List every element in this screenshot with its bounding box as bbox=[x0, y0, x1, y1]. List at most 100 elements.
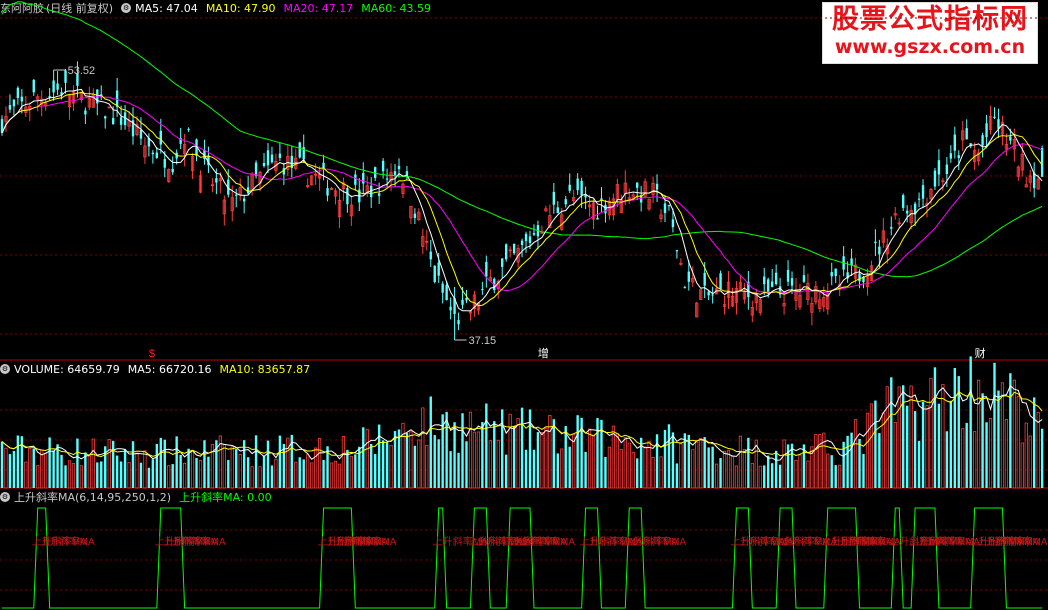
candle-body bbox=[354, 174, 357, 185]
volume-bar bbox=[417, 439, 421, 489]
volume-bar bbox=[48, 437, 51, 488]
volume-bar bbox=[794, 459, 798, 489]
candle-body bbox=[266, 150, 270, 166]
volume-bar bbox=[921, 401, 925, 488]
candle-body bbox=[949, 153, 953, 159]
volume-bar bbox=[468, 411, 473, 489]
volume-bar bbox=[619, 449, 623, 489]
volume-bar bbox=[846, 435, 849, 488]
volume-bar bbox=[317, 438, 322, 489]
candle-body bbox=[385, 178, 389, 180]
candle-body bbox=[711, 294, 714, 296]
volume-bar bbox=[115, 455, 119, 488]
volume-bar bbox=[481, 422, 484, 488]
candle-body bbox=[933, 170, 937, 187]
volume-bar bbox=[853, 419, 858, 489]
volume-bar bbox=[254, 435, 258, 488]
candle-body bbox=[568, 184, 571, 191]
low-price-label: 37.15 bbox=[469, 335, 497, 347]
volume-bar bbox=[818, 434, 822, 489]
volume-bar bbox=[485, 403, 488, 488]
candle-body bbox=[270, 154, 274, 163]
volume-bar bbox=[195, 457, 198, 488]
candle-body bbox=[834, 268, 837, 277]
volume-bar bbox=[207, 456, 210, 488]
volume-bar bbox=[925, 405, 929, 489]
volume-bar bbox=[393, 431, 397, 488]
volume-bar bbox=[981, 393, 984, 488]
candle-body bbox=[445, 285, 448, 301]
volume-bar bbox=[604, 456, 607, 488]
volume-bar bbox=[767, 455, 770, 488]
volume-bar bbox=[885, 386, 889, 489]
volume-bar bbox=[615, 433, 619, 489]
volume-bar bbox=[790, 443, 794, 488]
candle-body bbox=[151, 152, 155, 155]
candle-body bbox=[115, 90, 119, 107]
volume-bar bbox=[270, 465, 274, 488]
volume-bar bbox=[969, 356, 972, 488]
volume-bar bbox=[274, 458, 278, 489]
candle-body bbox=[687, 271, 691, 282]
volume-bar bbox=[179, 454, 182, 488]
volume-bar bbox=[1040, 428, 1044, 488]
volume-bar bbox=[143, 450, 147, 489]
candle-body bbox=[770, 281, 774, 287]
volume-bar bbox=[76, 438, 79, 488]
volume-bar bbox=[183, 462, 187, 489]
volume-bar bbox=[322, 459, 325, 488]
volume-bar bbox=[516, 418, 520, 489]
candle-body bbox=[215, 178, 218, 183]
volume-bar bbox=[362, 427, 365, 488]
volume-bar bbox=[568, 446, 571, 488]
candle-body bbox=[667, 204, 671, 207]
candle-body bbox=[584, 195, 587, 198]
candle-body bbox=[874, 241, 877, 244]
volume-bar bbox=[488, 440, 492, 489]
volume-bar bbox=[421, 407, 425, 489]
signal-text-mark: 上升斜率MA bbox=[631, 535, 686, 548]
candle-body bbox=[64, 70, 67, 83]
volume-bar bbox=[611, 425, 615, 489]
candle-body bbox=[433, 265, 436, 283]
volume-bar bbox=[953, 368, 956, 488]
candle-body bbox=[254, 162, 258, 176]
candle-body bbox=[520, 240, 524, 246]
candle-body bbox=[576, 178, 579, 191]
volume-bar bbox=[988, 417, 993, 489]
volume-bar bbox=[44, 452, 48, 489]
volume-bar bbox=[449, 451, 452, 488]
volume-bar bbox=[337, 463, 342, 489]
candle-body bbox=[326, 188, 329, 196]
volume-bar bbox=[552, 419, 556, 488]
candle-body bbox=[381, 160, 385, 172]
volume-bar bbox=[163, 439, 166, 488]
stock-chart: 53.52 37.15 $ 增 财上升斜率MA 上升斜率MA 上升斜率MA 上升斜率MA 上升斜… bbox=[0, 1, 1048, 609]
candle-body bbox=[84, 110, 87, 115]
volume-bar bbox=[373, 454, 377, 488]
candle-body bbox=[393, 171, 397, 175]
volume-bar bbox=[663, 429, 667, 488]
volume-bar bbox=[52, 450, 55, 488]
volume-bar bbox=[151, 459, 155, 488]
volume-bar bbox=[667, 424, 671, 488]
volume-bar bbox=[528, 409, 532, 488]
candle-body bbox=[580, 180, 583, 196]
volume-bar bbox=[862, 453, 865, 488]
candle-body bbox=[957, 155, 960, 159]
volume-bar bbox=[222, 444, 226, 489]
candle-body bbox=[163, 159, 166, 168]
candle-body bbox=[298, 142, 301, 158]
volume-bar bbox=[504, 454, 508, 488]
ma20-line bbox=[1, 96, 1043, 294]
volume-bar bbox=[596, 417, 599, 488]
candle-body bbox=[564, 199, 567, 205]
volume-bar bbox=[389, 444, 393, 489]
candle-body bbox=[937, 160, 941, 175]
signal-text-mark: 上升斜率MA bbox=[171, 535, 226, 548]
volume-bar bbox=[159, 437, 162, 488]
volume-bar bbox=[770, 463, 774, 488]
candle-body bbox=[362, 172, 365, 184]
candle-body bbox=[524, 233, 528, 242]
volume-bar bbox=[230, 446, 234, 489]
